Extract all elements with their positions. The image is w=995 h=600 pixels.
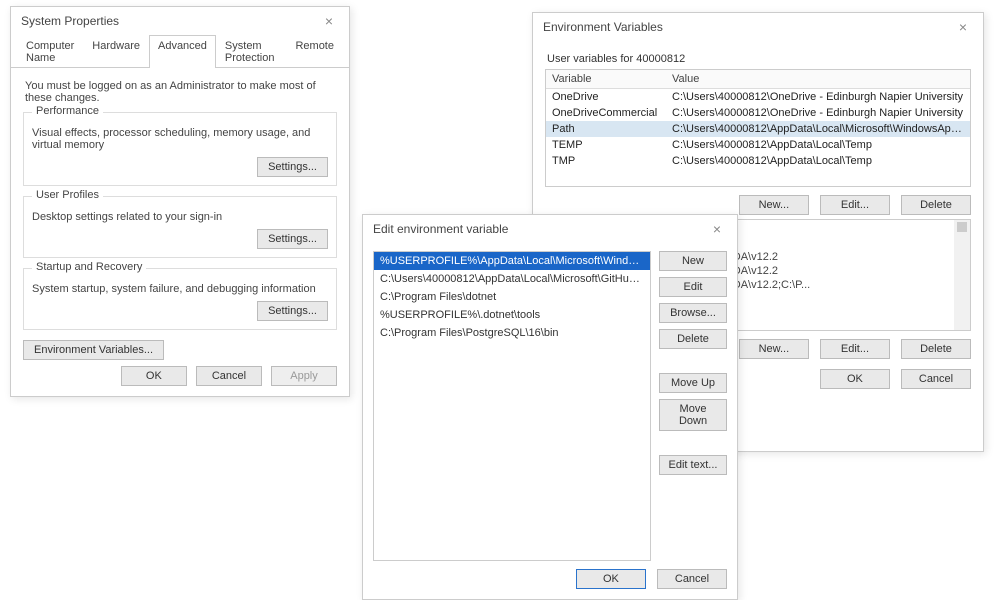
table-row[interactable]: OneDriveCommercialC:\Users\40000812\OneD… <box>546 105 970 121</box>
titlebar[interactable]: System Properties × <box>11 7 349 35</box>
startup-settings-button[interactable]: Settings... <box>257 301 328 321</box>
cell-value: C:\Users\40000812\OneDrive - Edinburgh N… <box>672 107 964 119</box>
browse-button[interactable]: Browse... <box>659 303 727 323</box>
performance-group: Performance Visual effects, processor sc… <box>23 112 337 186</box>
cell-variable: OneDrive <box>552 91 672 103</box>
user-delete-button[interactable]: Delete <box>901 195 971 215</box>
close-icon[interactable]: × <box>319 13 339 29</box>
scrollbar[interactable] <box>954 220 970 330</box>
close-icon[interactable]: × <box>707 221 727 237</box>
delete-button[interactable]: Delete <box>659 329 727 349</box>
cell-value: C:\Users\40000812\AppData\Local\Temp <box>672 139 964 151</box>
cell-variable: TEMP <box>552 139 672 151</box>
user-edit-button[interactable]: Edit... <box>820 195 890 215</box>
group-legend: Startup and Recovery <box>32 261 146 273</box>
group-desc: System startup, system failure, and debu… <box>32 283 328 295</box>
move-down-button[interactable]: Move Down <box>659 399 727 431</box>
admin-note: You must be logged on as an Administrato… <box>25 80 337 104</box>
system-delete-button[interactable]: Delete <box>901 339 971 359</box>
list-item[interactable]: C:\Program Files\dotnet <box>374 288 650 306</box>
group-desc: Visual effects, processor scheduling, me… <box>32 127 328 151</box>
list-item[interactable]: C:\Users\40000812\AppData\Local\Microsof… <box>374 270 650 288</box>
user-vars-table[interactable]: Variable Value OneDriveC:\Users\40000812… <box>545 69 971 187</box>
startup-recovery-group: Startup and Recovery System startup, sys… <box>23 268 337 330</box>
edit-text-button[interactable]: Edit text... <box>659 455 727 475</box>
tab-system-protection[interactable]: System Protection <box>216 35 287 68</box>
cell-variable: Path <box>552 123 672 135</box>
user-profiles-group: User Profiles Desktop settings related t… <box>23 196 337 258</box>
group-legend: User Profiles <box>32 189 103 201</box>
cell-value: C:\Users\40000812\OneDrive - Edinburgh N… <box>672 91 964 103</box>
environment-variables-button[interactable]: Environment Variables... <box>23 340 164 360</box>
user-new-button[interactable]: New... <box>739 195 809 215</box>
cell-variable: TMP <box>552 155 672 167</box>
ok-button[interactable]: OK <box>576 569 646 589</box>
user-profiles-settings-button[interactable]: Settings... <box>257 229 328 249</box>
tab-advanced[interactable]: Advanced <box>149 35 216 68</box>
user-vars-heading: User variables for 40000812 <box>547 53 971 65</box>
table-row[interactable]: TEMPC:\Users\40000812\AppData\Local\Temp <box>546 137 970 153</box>
cancel-button[interactable]: Cancel <box>196 366 262 386</box>
cancel-button[interactable]: Cancel <box>901 369 971 389</box>
column-variable: Variable <box>552 73 672 85</box>
window-title: Environment Variables <box>543 20 663 34</box>
path-entries-list[interactable]: %USERPROFILE%\AppData\Local\Microsoft\Wi… <box>373 251 651 561</box>
edit-button[interactable]: Edit <box>659 277 727 297</box>
new-button[interactable]: New <box>659 251 727 271</box>
table-row[interactable]: OneDriveC:\Users\40000812\OneDrive - Edi… <box>546 89 970 105</box>
edit-env-var-dialog: Edit environment variable × %USERPROFILE… <box>362 214 738 600</box>
cell-variable: OneDriveCommercial <box>552 107 672 119</box>
cell-value: C:\Users\40000812\AppData\Local\Microsof… <box>672 123 964 135</box>
move-up-button[interactable]: Move Up <box>659 373 727 393</box>
table-row[interactable]: PathC:\Users\40000812\AppData\Local\Micr… <box>546 121 970 137</box>
performance-settings-button[interactable]: Settings... <box>257 157 328 177</box>
window-title: Edit environment variable <box>373 222 508 236</box>
tabs: Computer Name Hardware Advanced System P… <box>11 35 349 68</box>
list-item[interactable]: C:\Program Files\PostgreSQL\16\bin <box>374 324 650 342</box>
window-title: System Properties <box>21 14 119 28</box>
list-item[interactable]: %USERPROFILE%\.dotnet\tools <box>374 306 650 324</box>
table-row[interactable]: TMPC:\Users\40000812\AppData\Local\Temp <box>546 153 970 169</box>
ok-button[interactable]: OK <box>820 369 890 389</box>
tab-remote[interactable]: Remote <box>286 35 343 68</box>
titlebar[interactable]: Edit environment variable × <box>363 215 737 243</box>
system-properties-dialog: System Properties × Computer Name Hardwa… <box>10 6 350 397</box>
cell-value: C:\Users\40000812\AppData\Local\Temp <box>672 155 964 167</box>
system-new-button[interactable]: New... <box>739 339 809 359</box>
tab-computer-name[interactable]: Computer Name <box>17 35 83 68</box>
close-icon[interactable]: × <box>953 19 973 35</box>
system-edit-button[interactable]: Edit... <box>820 339 890 359</box>
cancel-button[interactable]: Cancel <box>657 569 727 589</box>
column-value: Value <box>672 73 964 85</box>
tab-hardware[interactable]: Hardware <box>83 35 149 68</box>
titlebar[interactable]: Environment Variables × <box>533 13 983 41</box>
table-header: Variable Value <box>546 70 970 89</box>
apply-button[interactable]: Apply <box>271 366 337 386</box>
ok-button[interactable]: OK <box>121 366 187 386</box>
group-legend: Performance <box>32 105 103 117</box>
list-item[interactable]: %USERPROFILE%\AppData\Local\Microsoft\Wi… <box>374 252 650 270</box>
group-desc: Desktop settings related to your sign-in <box>32 211 328 223</box>
